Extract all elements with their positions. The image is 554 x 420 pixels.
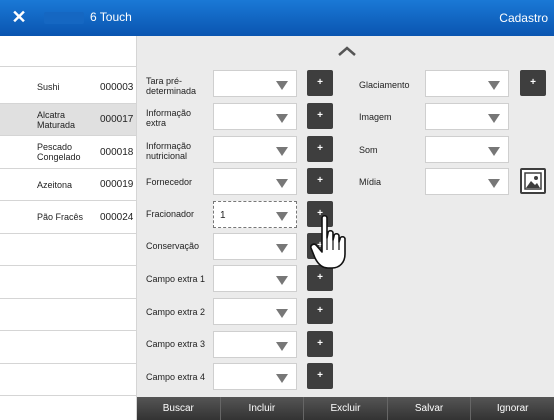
add-glaciamento-button[interactable]: +: [520, 70, 546, 96]
campo-extra-3-dropdown[interactable]: [213, 331, 297, 358]
product-row[interactable]: Pão Fracês 000024: [0, 201, 136, 234]
product-name: Sushi: [37, 82, 60, 92]
app-title: 6 Touch: [90, 10, 132, 24]
field-label-campo-extra-3: Campo extra 3: [146, 339, 206, 349]
product-list-panel: Sushi 000003 Alcatra Maturada 000017 Pes…: [0, 36, 137, 420]
dropdown-arrow-icon: [276, 212, 288, 221]
field-label-conservacao: Conservação: [146, 241, 200, 251]
campo-extra-4-dropdown[interactable]: [213, 363, 297, 390]
conservacao-dropdown[interactable]: [213, 233, 297, 260]
product-row[interactable]: Pescado Congelado 000018: [0, 136, 136, 169]
field-label-som: Som: [359, 145, 378, 155]
fracionador-value: 1: [220, 210, 226, 221]
imagem-dropdown[interactable]: [425, 103, 509, 130]
dropdown-arrow-icon: [276, 179, 288, 188]
dropdown-arrow-icon: [276, 244, 288, 253]
empty-row: [0, 266, 136, 299]
title-redacted: [44, 12, 84, 24]
hand-pointer-cursor-icon: [310, 214, 346, 269]
dropdown-arrow-icon: [488, 179, 500, 188]
save-button[interactable]: Salvar: [386, 397, 471, 420]
empty-row: [0, 299, 136, 331]
field-label-fracionador: Fracionador: [146, 209, 195, 219]
product-row[interactable]: Azeitona 000019: [0, 169, 136, 201]
dropdown-arrow-icon: [276, 309, 288, 318]
tara-dropdown[interactable]: [213, 70, 297, 97]
info-nutricional-dropdown[interactable]: [213, 136, 297, 163]
dropdown-arrow-icon: [276, 147, 288, 156]
bottom-toolbar: Buscar Incluir Excluir Salvar Ignorar: [137, 397, 554, 420]
field-label-imagem: Imagem: [359, 112, 392, 122]
product-name: Pão Fracês: [37, 212, 84, 222]
field-label-campo-extra-2: Campo extra 2: [146, 307, 206, 317]
add-campo-extra-2-button[interactable]: +: [307, 298, 333, 324]
screen-title: Cadastro: [499, 11, 548, 25]
product-code: 000018: [100, 146, 134, 158]
dropdown-arrow-icon: [488, 114, 500, 123]
field-label-tara: Tara pré-determinada: [146, 76, 197, 96]
product-code: 000017: [100, 114, 134, 125]
add-fornecedor-button[interactable]: +: [307, 168, 333, 194]
dropdown-arrow-icon: [276, 81, 288, 90]
field-label-campo-extra-4: Campo extra 4: [146, 372, 206, 382]
dropdown-arrow-icon: [276, 276, 288, 285]
product-name: Azeitona: [37, 179, 73, 190]
add-campo-extra-4-button[interactable]: +: [307, 363, 333, 389]
close-icon[interactable]: ✕: [8, 6, 30, 28]
dropdown-arrow-icon: [488, 81, 500, 90]
product-row-selected[interactable]: Alcatra Maturada 000017: [0, 103, 136, 136]
chevron-up-icon[interactable]: [337, 44, 357, 58]
dropdown-arrow-icon: [276, 114, 288, 123]
field-label-info-nutricional: Informação nutricional: [146, 141, 192, 161]
delete-button[interactable]: Excluir: [303, 397, 387, 420]
empty-row: [0, 331, 136, 364]
add-info-extra-button[interactable]: +: [307, 103, 333, 129]
field-label-glaciamento: Glaciamento: [359, 80, 410, 90]
product-row[interactable]: Sushi 000003: [0, 71, 136, 104]
add-info-nutricional-button[interactable]: +: [307, 136, 333, 162]
product-list-header: [0, 36, 136, 67]
add-tara-button[interactable]: +: [307, 70, 333, 96]
dropdown-arrow-icon: [276, 342, 288, 351]
field-label-info-extra: Informação extra: [146, 108, 192, 128]
dropdown-arrow-icon: [488, 147, 500, 156]
search-button[interactable]: Buscar: [137, 397, 220, 420]
field-label-fornecedor: Fornecedor: [146, 177, 193, 187]
ignore-button[interactable]: Ignorar: [470, 397, 554, 420]
som-dropdown[interactable]: [425, 136, 509, 163]
info-extra-dropdown[interactable]: [213, 103, 297, 130]
campo-extra-2-dropdown[interactable]: [213, 298, 297, 325]
title-bar: ✕ 6 Touch Cadastro: [0, 0, 554, 36]
dropdown-arrow-icon: [276, 374, 288, 383]
fornecedor-dropdown[interactable]: [213, 168, 297, 195]
field-label-campo-extra-1: Campo extra 1: [146, 274, 206, 284]
product-name: Pescado Congelado: [37, 142, 81, 162]
empty-row: [0, 234, 136, 266]
product-code: 000003: [100, 81, 134, 93]
fracionador-dropdown[interactable]: 1: [213, 201, 297, 228]
image-icon[interactable]: [520, 168, 546, 194]
field-label-midia: Mídia: [359, 177, 382, 187]
campo-extra-1-dropdown[interactable]: [213, 265, 297, 292]
product-code: 000024: [100, 211, 134, 223]
midia-dropdown[interactable]: [425, 168, 509, 195]
add-campo-extra-3-button[interactable]: +: [307, 331, 333, 357]
empty-row: [0, 364, 136, 396]
add-button[interactable]: Incluir: [219, 397, 304, 420]
product-name: Alcatra Maturada: [37, 109, 76, 130]
glaciamento-dropdown[interactable]: [425, 70, 509, 97]
product-code: 000019: [100, 179, 134, 190]
